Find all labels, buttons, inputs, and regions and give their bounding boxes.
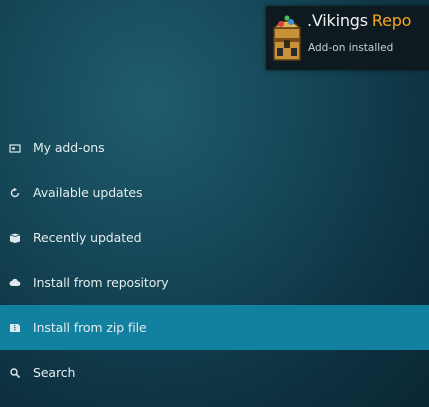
menu-item-label: Install from zip file [33,320,147,335]
notification-subtitle: Add-on installed [308,42,394,54]
search-icon [9,367,21,379]
addons-box-icon [9,142,21,154]
menu-item-label: Install from repository [33,275,169,290]
addons-menu: My add-ons Available updates Recently up… [0,125,429,395]
menu-item-search[interactable]: Search [0,350,429,395]
menu-item-label: Search [33,365,76,380]
menu-item-label: Available updates [33,185,143,200]
menu-item-available-updates[interactable]: Available updates [0,170,429,215]
menu-item-recently-updated[interactable]: Recently updated [0,215,429,260]
open-box-icon [9,232,21,244]
notification-title-repo: Repo [371,11,412,30]
menu-item-install-from-zip[interactable]: Install from zip file [0,305,429,350]
menu-item-my-addons[interactable]: My add-ons [0,125,429,170]
zip-icon [9,322,21,334]
treasure-chest-icon [269,10,305,66]
notification-title: .Vikings Repo [307,11,411,30]
menu-item-label: My add-ons [33,140,105,155]
menu-item-install-from-repository[interactable]: Install from repository [0,260,429,305]
addon-installed-notification: .Vikings Repo Add-on installed [266,6,429,70]
refresh-icon [9,187,21,199]
menu-item-label: Recently updated [33,230,142,245]
cloud-icon [9,277,21,289]
notification-title-name: .Vikings [307,11,368,30]
